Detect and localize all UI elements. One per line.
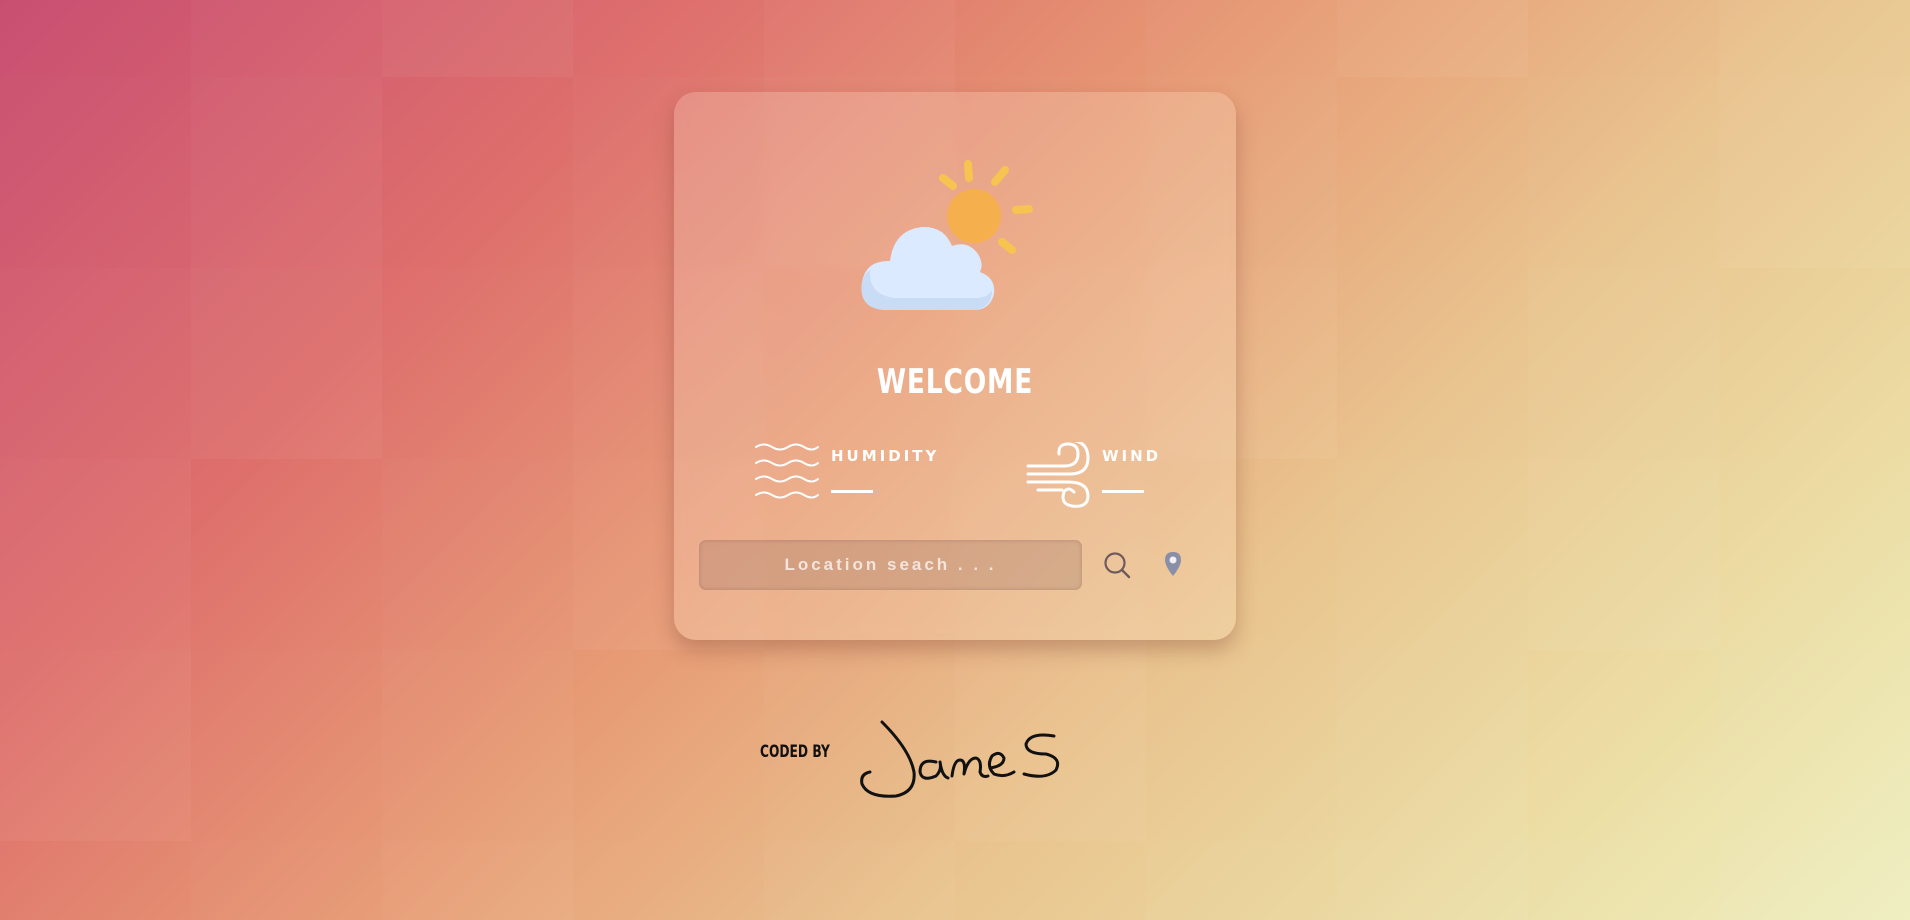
humidity-value bbox=[831, 468, 873, 493]
background-tile bbox=[191, 77, 382, 268]
background-tile bbox=[1719, 0, 1910, 77]
background-tile bbox=[382, 0, 573, 77]
background-tile bbox=[382, 77, 573, 268]
wind-value bbox=[1102, 468, 1144, 493]
background-tile bbox=[1719, 459, 1910, 650]
background-tile bbox=[764, 0, 955, 77]
background-tile bbox=[1337, 0, 1528, 77]
background-tile bbox=[1337, 268, 1528, 459]
background-tile bbox=[1528, 268, 1719, 459]
background-tile bbox=[0, 650, 191, 841]
background-tile bbox=[382, 650, 573, 841]
background-tile bbox=[1719, 77, 1910, 268]
background-tile bbox=[382, 459, 573, 650]
background-tile bbox=[191, 268, 382, 459]
background-tile bbox=[0, 841, 191, 920]
humidity-waves-icon bbox=[755, 443, 819, 499]
background-tile bbox=[0, 268, 191, 459]
background-tile bbox=[1146, 0, 1337, 77]
background-tile bbox=[1337, 650, 1528, 841]
background-tile bbox=[955, 841, 1146, 920]
background-tile bbox=[1528, 77, 1719, 268]
background-tile bbox=[573, 0, 764, 77]
location-pin-icon[interactable] bbox=[1161, 550, 1185, 580]
background-tile bbox=[573, 650, 764, 841]
background-tile bbox=[1719, 650, 1910, 841]
weather-card: WELCOME HUMIDITY WIND bbox=[674, 92, 1236, 640]
background-tile bbox=[1528, 459, 1719, 650]
partly-cloudy-icon bbox=[861, 160, 1033, 310]
wind-icon bbox=[1026, 442, 1090, 508]
background-tile bbox=[1337, 459, 1528, 650]
background-tile bbox=[0, 77, 191, 268]
search-icon[interactable] bbox=[1102, 550, 1132, 580]
humidity-label: HUMIDITY bbox=[831, 447, 940, 465]
background-tile bbox=[1146, 841, 1337, 920]
background-tile bbox=[191, 459, 382, 650]
background-tile bbox=[382, 268, 573, 459]
background-tile bbox=[1528, 650, 1719, 841]
footer: CODED BY bbox=[760, 710, 1120, 810]
welcome-title: WELCOME bbox=[876, 362, 1034, 402]
background-tile bbox=[1337, 841, 1528, 920]
background-tile bbox=[382, 841, 573, 920]
location-search-input[interactable] bbox=[699, 540, 1082, 590]
humidity-stat: HUMIDITY bbox=[754, 442, 954, 502]
background-tile bbox=[955, 0, 1146, 77]
background-tile bbox=[573, 841, 764, 920]
background-tile bbox=[1337, 77, 1528, 268]
coded-by-label: CODED BY bbox=[760, 742, 830, 762]
background-tile bbox=[1146, 650, 1337, 841]
background-tile bbox=[764, 841, 955, 920]
background-tile bbox=[191, 650, 382, 841]
wind-label: WIND bbox=[1102, 447, 1162, 465]
wind-stat: WIND bbox=[1026, 442, 1186, 508]
background-tile bbox=[191, 841, 382, 920]
background-tile bbox=[1528, 841, 1719, 920]
background-tile bbox=[1528, 0, 1719, 77]
background-tile bbox=[1719, 268, 1910, 459]
background-tile bbox=[191, 0, 382, 77]
background-tile bbox=[0, 459, 191, 650]
background-tile bbox=[0, 0, 191, 77]
signature-james bbox=[860, 720, 1060, 798]
background-tile bbox=[1719, 841, 1910, 920]
